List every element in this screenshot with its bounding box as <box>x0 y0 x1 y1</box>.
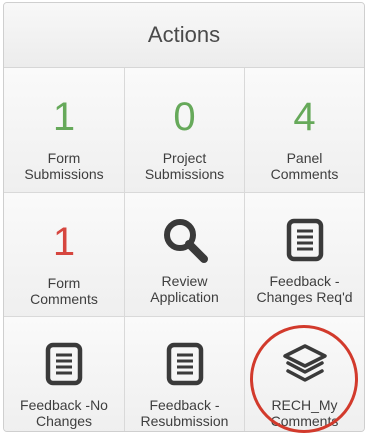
panel-title: Actions <box>147 22 221 47</box>
form-submissions-count: 1 <box>52 95 76 139</box>
panel-comments-label: Panel Comments <box>270 150 339 182</box>
form-submissions-label: Form Submissions <box>24 150 104 182</box>
document-icon <box>166 337 204 391</box>
tile-form-comments[interactable]: 1 Form Comments <box>4 193 125 317</box>
tile-feedback-changes-reqd[interactable]: Feedback - Changes Req'd <box>245 193 364 317</box>
panel-header: Actions <box>4 3 364 68</box>
tile-form-submissions[interactable]: 1 Form Submissions <box>4 68 125 193</box>
feedback-no-changes-label: Feedback -No Changes <box>20 397 108 429</box>
actions-grid: 1 Form Submissions 0 Project Submissions… <box>4 68 364 431</box>
feedback-changes-reqd-label: Feedback - Changes Req'd <box>256 273 353 305</box>
rech-my-comments-label: RECH_My Comments <box>270 397 339 429</box>
tile-rech-my-comments[interactable]: RECH_My Comments <box>245 317 364 431</box>
tile-feedback-resubmission[interactable]: Feedback - Resubmission <box>125 317 245 431</box>
tile-project-submissions[interactable]: 0 Project Submissions <box>125 68 245 193</box>
tile-feedback-no-changes[interactable]: Feedback -No Changes <box>4 317 125 431</box>
project-submissions-count: 0 <box>173 95 196 139</box>
project-submissions-label: Project Submissions <box>144 150 225 182</box>
form-comments-count: 1 <box>52 220 76 264</box>
tile-review-application[interactable]: Review Application <box>125 193 245 317</box>
tile-panel-comments[interactable]: 4 Panel Comments <box>245 68 364 193</box>
actions-panel: Actions 1 Form Submissions 0 Project Sub… <box>3 2 365 432</box>
document-icon <box>286 213 324 267</box>
document-icon <box>45 337 83 391</box>
search-icon <box>160 213 210 267</box>
layers-icon <box>281 337 329 391</box>
feedback-resubmission-label: Feedback - Resubmission <box>140 397 229 429</box>
review-application-label: Review Application <box>150 273 219 305</box>
panel-comments-count: 4 <box>293 95 316 139</box>
form-comments-label: Form Comments <box>30 275 98 307</box>
